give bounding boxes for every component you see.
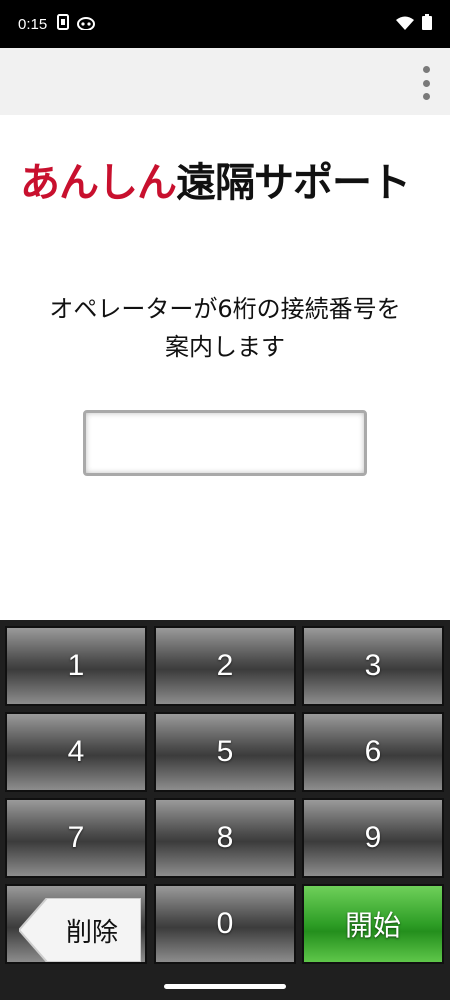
key-6[interactable]: 6 [302,712,444,792]
instruction-line2: 案内します [165,333,285,361]
key-9[interactable]: 9 [302,798,444,878]
home-gesture-handle[interactable] [164,984,286,989]
app-logo: あんしん遠隔サポート [20,155,440,211]
key-8[interactable]: 8 [154,798,296,878]
numeric-keypad: 1 2 3 4 5 6 7 8 9 削除 0 開始 [0,620,450,970]
key-7[interactable]: 7 [5,798,147,878]
logo-part2: 遠隔サポート [176,160,411,206]
status-time: 0:15 [18,15,48,33]
key-3[interactable]: 3 [302,626,444,706]
key-5[interactable]: 5 [154,712,296,792]
more-vert-icon[interactable] [416,66,436,100]
android-icon [77,15,96,34]
key-0[interactable]: 0 [154,884,296,964]
delete-label: 削除 [65,917,118,948]
key-2[interactable]: 2 [154,626,296,706]
status-bar: 0:15 [0,0,450,48]
battery-icon [422,14,432,34]
instruction-text: オペレーターが6桁の接続番号を 案内します [0,290,450,366]
connection-code-input[interactable] [83,410,367,476]
key-4[interactable]: 4 [5,712,147,792]
delete-button[interactable]: 削除 [5,884,147,964]
wifi-icon [396,15,414,34]
navigation-bar [0,970,450,1000]
sim-card-icon [57,14,70,34]
app-bar [0,48,450,115]
start-button[interactable]: 開始 [302,884,444,964]
logo-part1: あんしん [20,160,177,206]
key-1[interactable]: 1 [5,626,147,706]
instruction-line1: オペレーターが6桁の接続番号を [49,295,401,323]
